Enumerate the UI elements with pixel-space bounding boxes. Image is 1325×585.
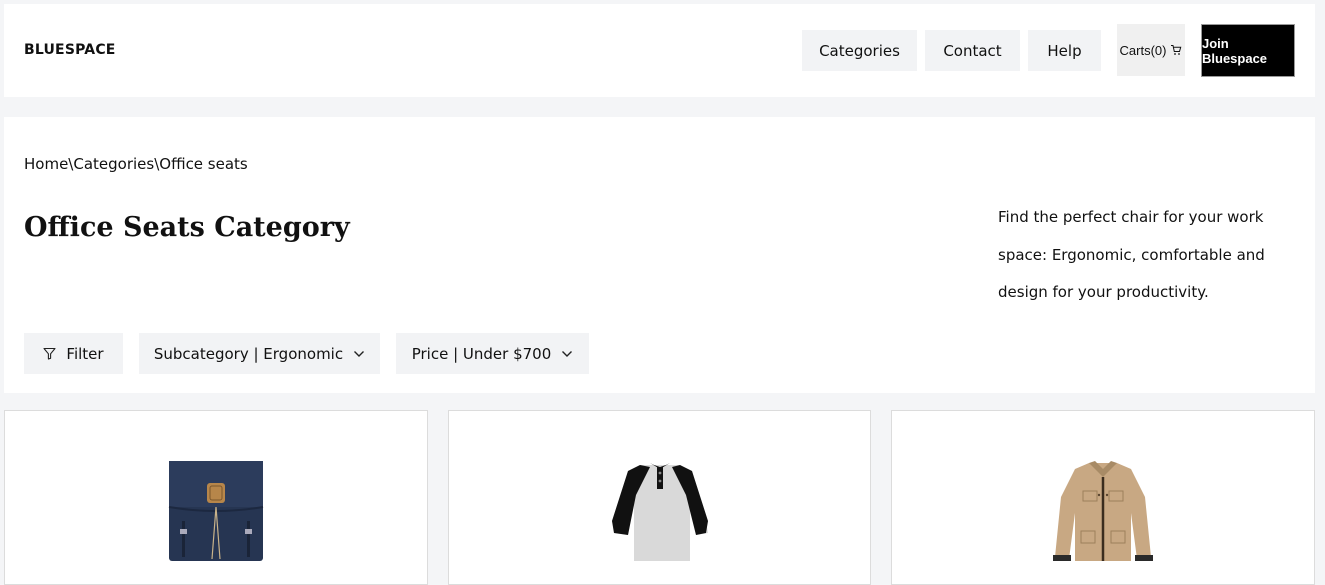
join-button[interactable]: Join Bluespace [1201, 24, 1295, 77]
nav-help[interactable]: Help [1028, 30, 1101, 71]
price-dropdown[interactable]: Price | Under $700 [396, 333, 589, 374]
breadcrumb[interactable]: Home\Categories\Office seats [24, 155, 248, 173]
price-label: Price | Under $700 [411, 344, 552, 363]
cart-label: Carts(0) [1119, 42, 1167, 58]
category-description: Find the perfect chair for your work spa… [998, 208, 1265, 301]
cart-button[interactable]: Carts(0) [1117, 24, 1185, 76]
page-title: Office Seats Category [24, 212, 350, 243]
product-card[interactable] [891, 410, 1315, 585]
subcategory-dropdown[interactable]: Subcategory | Ergonomic [139, 333, 380, 374]
jacket-image[interactable] [1053, 461, 1153, 561]
chevron-down-icon [561, 350, 573, 358]
chevron-down-icon [353, 350, 365, 358]
cart-icon [1170, 44, 1182, 56]
category-hero: Home\Categories\Office seats Office Seat… [4, 117, 1315, 393]
filter-icon [43, 347, 56, 360]
product-card[interactable] [448, 410, 871, 585]
filter-button[interactable]: Filter [24, 333, 123, 374]
backpack-image[interactable] [166, 461, 266, 561]
brand-logo[interactable]: BLUESPACE [24, 42, 116, 58]
filter-label: Filter [66, 344, 104, 363]
product-card[interactable] [4, 410, 428, 585]
nav-contact[interactable]: Contact [925, 30, 1020, 71]
top-header: BLUESPACE Categories Contact Help Carts(… [4, 4, 1315, 97]
nav-categories[interactable]: Categories [802, 30, 917, 71]
subcategory-label: Subcategory | Ergonomic [153, 344, 344, 363]
raglan-shirt-image[interactable] [610, 461, 710, 561]
